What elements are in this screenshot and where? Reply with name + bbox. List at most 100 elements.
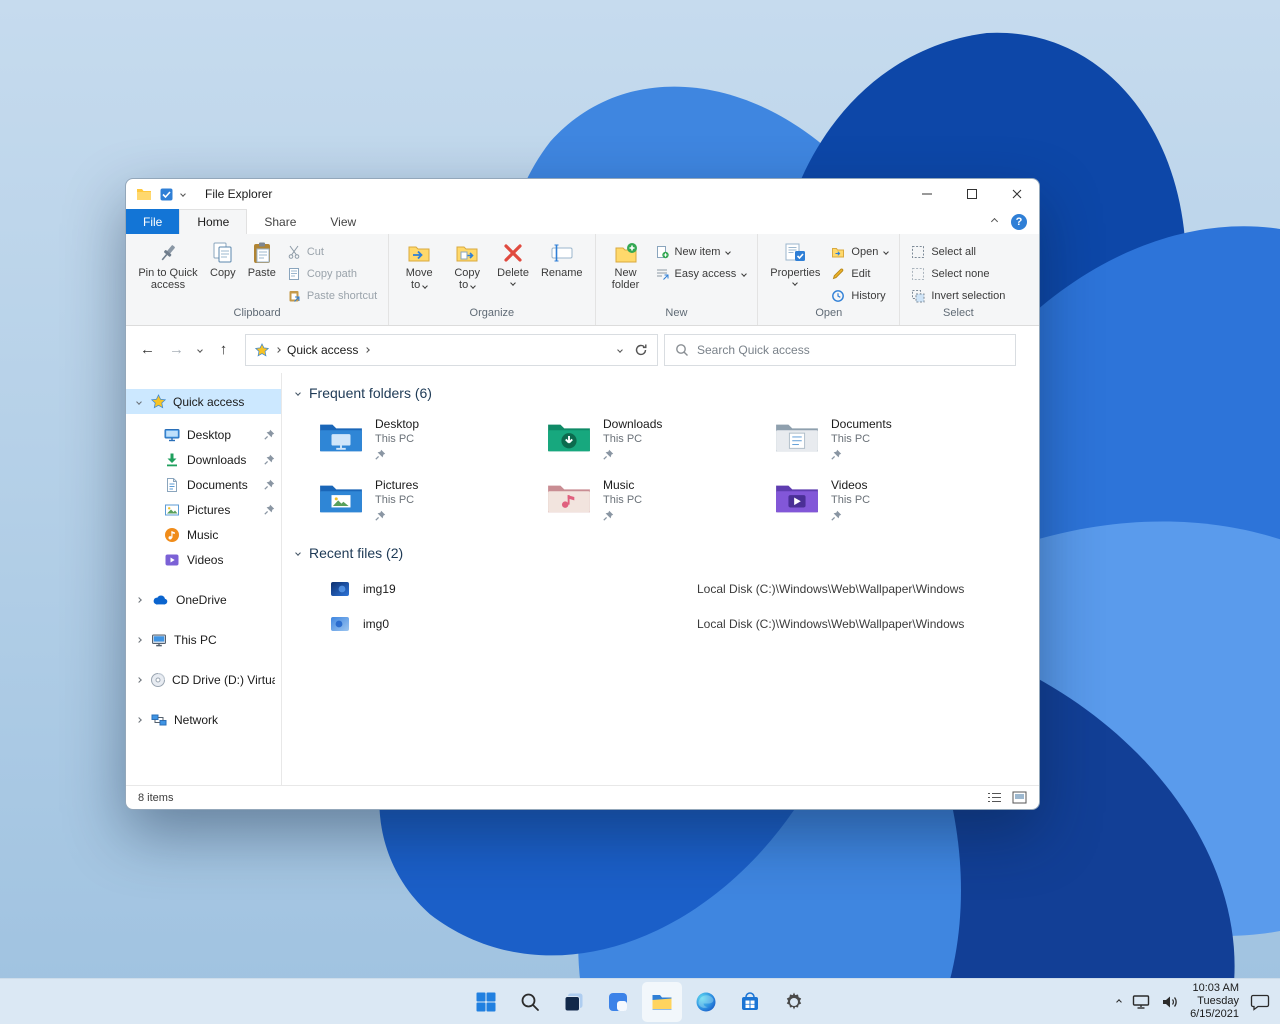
edge-browser-icon — [696, 992, 716, 1012]
forward-button[interactable]: → — [163, 335, 190, 365]
help-icon[interactable]: ? — [1011, 213, 1027, 230]
recent-file-row[interactable]: img19 Local Disk (C:)\Windows\Web\Wallpa… — [292, 571, 1031, 606]
taskbar-store-button[interactable] — [730, 982, 770, 1022]
notifications-icon[interactable] — [1250, 993, 1270, 1011]
taskbar-widgets-button[interactable] — [598, 982, 638, 1022]
recent-file-row[interactable]: img0 Local Disk (C:)\Windows\Web\Wallpap… — [292, 606, 1031, 641]
sidebar-item-desktop[interactable]: Desktop — [126, 422, 281, 447]
edit-button[interactable]: Edit — [827, 263, 892, 284]
new-item-button[interactable]: New item — [651, 241, 751, 262]
tab-view[interactable]: View — [313, 209, 373, 234]
folder-tile-downloads[interactable]: Downloads This PC — [546, 417, 774, 460]
copy-path-button[interactable]: Copy path — [283, 263, 381, 284]
customize-toolbar-chevron-icon[interactable] — [180, 191, 186, 197]
select-none-button[interactable]: Select none — [907, 263, 1009, 284]
breadcrumb-chevron-icon[interactable] — [275, 346, 281, 353]
sidebar-item-videos[interactable]: Videos — [126, 547, 281, 572]
folder-tile-desktop[interactable]: Desktop This PC — [318, 417, 546, 460]
sidebar-item-cd-drive[interactable]: CD Drive (D:) Virtuall — [126, 667, 281, 692]
rename-button[interactable]: Rename — [536, 238, 588, 282]
up-button[interactable]: ↑ — [210, 335, 237, 365]
minimize-ribbon-icon[interactable] — [990, 217, 999, 226]
new-folder-button[interactable]: New folder — [603, 238, 649, 294]
taskbar-file-explorer-button[interactable] — [642, 982, 682, 1022]
tab-home[interactable]: Home — [179, 209, 248, 234]
titlebar[interactable]: File Explorer — [126, 179, 1039, 209]
hidden-icons-chevron-icon[interactable] — [1116, 998, 1122, 1005]
taskbar-taskview-button[interactable] — [554, 982, 594, 1022]
search-icon — [521, 993, 539, 1011]
invert-selection-button[interactable]: Invert selection — [907, 285, 1009, 306]
section-title: Recent files (2) — [309, 545, 404, 561]
quick-access-toolbar-properties-icon[interactable] — [160, 188, 173, 201]
minimize-button[interactable] — [904, 179, 949, 209]
properties-button[interactable]: Properties — [765, 238, 825, 288]
folder-tile-documents[interactable]: Documents This PC — [774, 417, 1002, 460]
search-box[interactable] — [664, 333, 1016, 366]
maximize-button[interactable] — [949, 179, 994, 209]
refresh-icon[interactable] — [634, 343, 648, 357]
sidebar-item-pictures[interactable]: Pictures — [126, 497, 281, 522]
folder-tile-music[interactable]: Music This PC — [546, 478, 774, 521]
chevron-down-icon[interactable] — [134, 398, 144, 405]
search-input[interactable] — [697, 342, 1005, 357]
folder-tile-videos[interactable]: Videos This PC — [774, 478, 1002, 521]
sidebar-item-label: Documents — [187, 477, 248, 492]
tab-share[interactable]: Share — [247, 209, 313, 234]
invert-selection-icon — [912, 289, 925, 302]
chevron-right-icon[interactable] — [134, 676, 143, 683]
easy-access-button[interactable]: Easy access — [651, 263, 751, 284]
copy-to-button[interactable]: Copy to — [444, 238, 490, 294]
back-button[interactable]: ← — [134, 335, 161, 365]
taskbar-edge-button[interactable] — [686, 982, 726, 1022]
taskbar-settings-button[interactable] — [774, 982, 814, 1022]
copy-button[interactable]: Copy — [205, 238, 241, 282]
move-to-button[interactable]: Move to — [396, 238, 442, 294]
pin-to-quick-access-button[interactable]: Pin to Quick access — [133, 238, 203, 294]
sidebar-item-quick-access[interactable]: Quick access — [126, 389, 281, 414]
address-dropdown-icon[interactable] — [617, 346, 623, 353]
button-label: Move to — [405, 267, 433, 291]
volume-tray-icon[interactable] — [1161, 994, 1179, 1010]
delete-button[interactable]: Delete — [492, 238, 534, 288]
cut-button[interactable]: Cut — [283, 241, 381, 262]
section-recent-files[interactable]: Recent files (2) — [292, 545, 1031, 561]
taskbar-search-button[interactable] — [510, 982, 550, 1022]
address-bar[interactable]: Quick access — [245, 333, 658, 366]
pin-icon — [264, 479, 275, 490]
sidebar-item-documents[interactable]: Documents — [126, 472, 281, 497]
sidebar-item-this-pc[interactable]: This PC — [126, 627, 281, 652]
close-button[interactable] — [994, 179, 1039, 209]
recent-locations-chevron-icon[interactable] — [192, 335, 208, 365]
button-label: History — [851, 289, 886, 302]
sidebar-item-onedrive[interactable]: OneDrive — [126, 587, 281, 612]
collapse-section-icon[interactable] — [295, 550, 301, 556]
network-tray-icon[interactable] — [1132, 994, 1150, 1010]
collapse-section-icon[interactable] — [295, 390, 301, 396]
taskbar-clock[interactable]: 10:03 AM Tuesday 6/15/2021 — [1190, 982, 1239, 1021]
select-all-icon — [912, 245, 925, 258]
details-view-icon[interactable] — [987, 791, 1002, 804]
pin-icon — [831, 449, 842, 460]
select-all-button[interactable]: Select all — [907, 241, 1009, 262]
sidebar-item-music[interactable]: Music — [126, 522, 281, 547]
paste-shortcut-button[interactable]: Paste shortcut — [283, 285, 381, 306]
section-frequent-folders[interactable]: Frequent folders (6) — [292, 385, 1031, 401]
open-button[interactable]: Open — [827, 241, 892, 262]
history-button[interactable]: History — [827, 285, 892, 306]
chevron-right-icon[interactable] — [134, 636, 144, 643]
folder-location: This PC — [375, 433, 415, 445]
chevron-right-icon[interactable] — [134, 716, 144, 723]
chevron-right-icon[interactable] — [134, 596, 144, 603]
sidebar-item-network[interactable]: Network — [126, 707, 281, 732]
paste-button[interactable]: Paste — [243, 238, 281, 282]
move-to-icon — [408, 246, 430, 262]
tab-file[interactable]: File — [126, 209, 180, 234]
taskbar-start-button[interactable] — [466, 982, 506, 1022]
folder-tile-pictures[interactable]: Pictures This PC — [318, 478, 546, 521]
sidebar-item-downloads[interactable]: Downloads — [126, 447, 281, 472]
breadcrumb-location[interactable]: Quick access — [287, 343, 358, 357]
breadcrumb-chevron-icon[interactable] — [364, 346, 371, 353]
large-icons-view-icon[interactable] — [1012, 791, 1027, 804]
downloads-icon — [167, 453, 177, 466]
